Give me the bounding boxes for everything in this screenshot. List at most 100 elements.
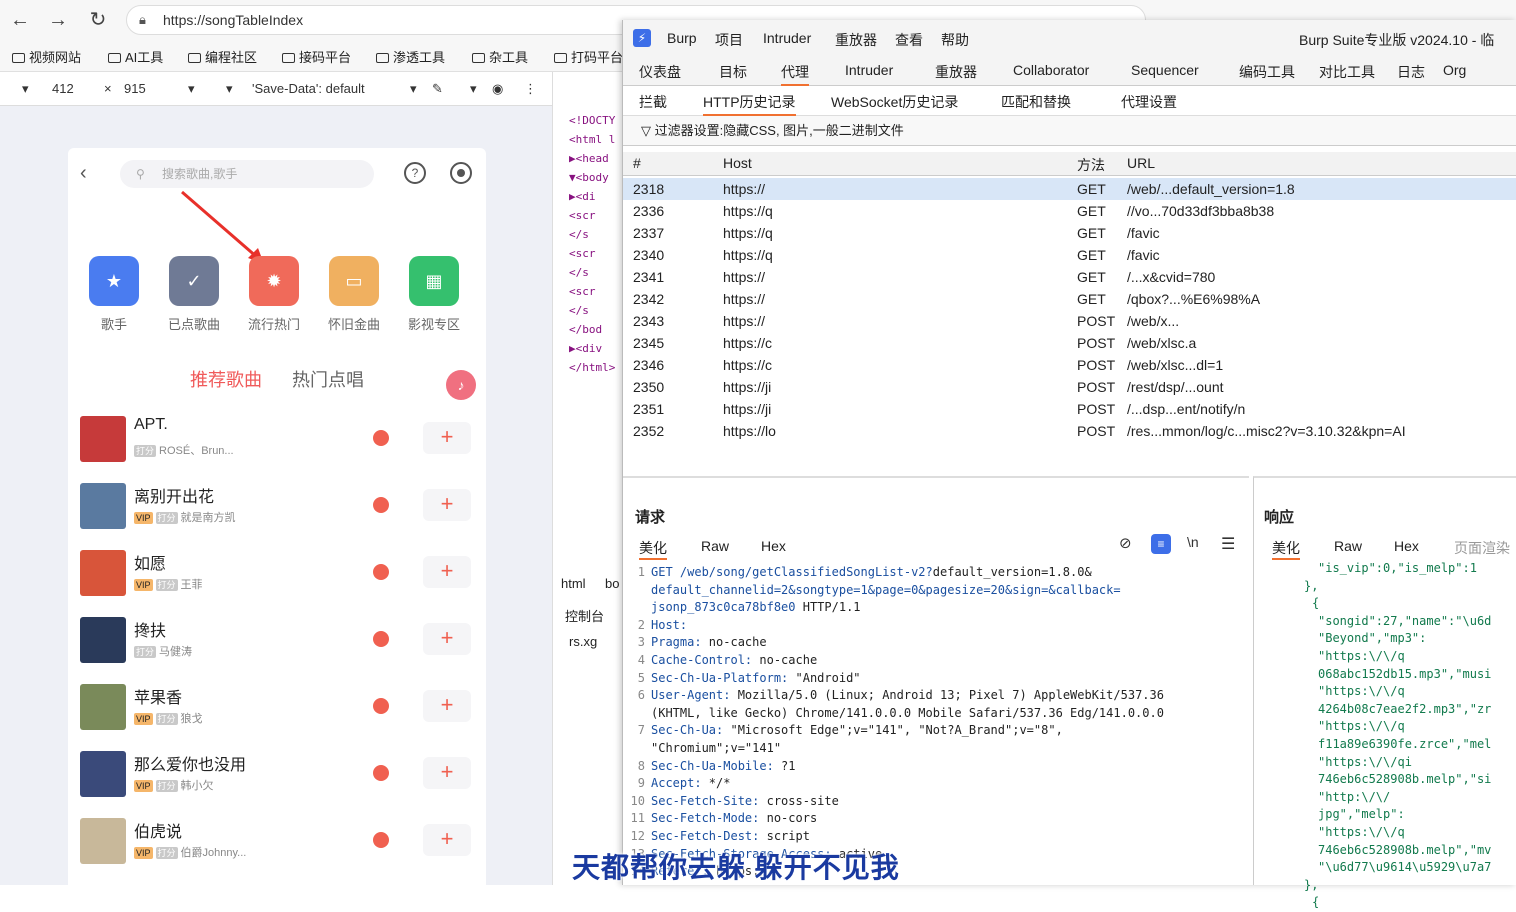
- bookmark-0[interactable]: 视频网站: [12, 47, 81, 66]
- history-row[interactable]: 2336 https://q GET //vo...70d33df3bba8b38: [623, 200, 1516, 222]
- dom-node[interactable]: ▶<head: [569, 152, 609, 165]
- menu-5[interactable]: 帮助: [941, 30, 969, 50]
- category-1[interactable]: ✓ 已点歌曲: [158, 256, 230, 333]
- dom-node[interactable]: <scr: [569, 209, 596, 222]
- mic-icon[interactable]: [373, 564, 389, 580]
- dom-node[interactable]: </s: [569, 228, 589, 241]
- dropdown-icon[interactable]: ▾: [470, 81, 477, 97]
- tab-6[interactable]: Sequencer: [1131, 62, 1199, 78]
- dom-node[interactable]: ▶<div: [569, 342, 602, 355]
- menu-0[interactable]: Burp: [667, 30, 697, 46]
- history-row[interactable]: 2318 https:// GET/web/...default_version=1…: [623, 178, 1516, 200]
- bookmark-6[interactable]: 打码平台: [554, 47, 623, 66]
- dom-node[interactable]: <html l: [569, 133, 615, 146]
- dom-node[interactable]: </html>: [569, 361, 615, 374]
- dom-node[interactable]: ▶<di: [569, 190, 596, 203]
- col-header[interactable]: 方法: [1077, 155, 1105, 175]
- menu-3[interactable]: 重放器: [835, 30, 877, 50]
- dropdown-icon[interactable]: ▾: [410, 81, 417, 97]
- settings-icon[interactable]: [450, 162, 472, 184]
- bookmark-4[interactable]: 渗透工具: [376, 47, 445, 66]
- tab-body[interactable]: bo: [605, 576, 619, 591]
- mic-icon[interactable]: [373, 631, 389, 647]
- mic-icon[interactable]: [373, 832, 389, 848]
- add-song-button[interactable]: +: [423, 757, 471, 789]
- filter-bar[interactable]: ▽ 过滤器设置:隐藏CSS, 图片,一般二进制文件: [623, 116, 1516, 146]
- dropdown-icon[interactable]: ▾: [226, 81, 233, 97]
- song-row[interactable]: APT. 打分 ROSÉ、Brun... +: [68, 412, 486, 479]
- proxy-tab-1[interactable]: HTTP历史记录: [703, 92, 796, 117]
- dom-node[interactable]: </s: [569, 266, 589, 279]
- history-row[interactable]: 2340 https://q GET/favic: [623, 244, 1516, 266]
- dom-node[interactable]: <scr: [569, 285, 596, 298]
- eye-icon[interactable]: ◉: [492, 81, 503, 97]
- col-header[interactable]: #: [633, 155, 641, 171]
- dom-node[interactable]: <!DOCTY: [569, 114, 615, 127]
- song-row[interactable]: 离别开出花 VIP 打分 就是南方凯 +: [68, 479, 486, 546]
- tab-1[interactable]: 目标: [719, 62, 747, 82]
- search-input[interactable]: ⚲ 搜索歌曲,歌手: [120, 160, 374, 188]
- bookmark-2[interactable]: 编程社区: [188, 47, 257, 66]
- song-row[interactable]: 如愿 VIP 打分 王菲 +: [68, 546, 486, 613]
- back-icon[interactable]: ←: [8, 8, 32, 32]
- tab-9[interactable]: 日志: [1397, 62, 1425, 82]
- category-2[interactable]: ✹ 流行热门: [238, 256, 310, 333]
- menu-4[interactable]: 查看: [895, 30, 923, 50]
- song-row[interactable]: 苹果香 VIP 打分 狼戈 +: [68, 680, 486, 747]
- karaoke-icon[interactable]: ♪: [446, 370, 476, 400]
- wrap-icon[interactable]: ≡: [1151, 534, 1171, 554]
- resp-tab-1[interactable]: Raw: [1334, 538, 1362, 554]
- bookmark-3[interactable]: 接码平台: [282, 47, 351, 66]
- menu-1[interactable]: 项目: [715, 30, 743, 50]
- song-row[interactable]: 那么爱你也没用 VIP 打分 韩小欠 +: [68, 747, 486, 814]
- more-icon[interactable]: ⋮: [524, 81, 537, 97]
- tab-5[interactable]: Collaborator: [1013, 62, 1089, 78]
- add-song-button[interactable]: +: [423, 824, 471, 856]
- menu-2[interactable]: Intruder: [763, 30, 811, 46]
- dropdown-icon[interactable]: ▾: [22, 81, 29, 97]
- proxy-tab-2[interactable]: WebSocket历史记录: [831, 92, 958, 112]
- history-row[interactable]: 2342 https:// GET/qbox?...%E6%98%A: [623, 288, 1516, 310]
- resp-tab-3[interactable]: 页面渲染: [1454, 538, 1510, 558]
- col-header[interactable]: Host: [723, 155, 752, 171]
- add-song-button[interactable]: +: [423, 422, 471, 454]
- mic-icon[interactable]: [373, 698, 389, 714]
- category-0[interactable]: ★ 歌手: [78, 256, 150, 333]
- history-row[interactable]: 2346 https://c POST/web/xlsc...dl=1: [623, 354, 1516, 376]
- tab-8[interactable]: 对比工具: [1319, 62, 1375, 82]
- tab-recommended[interactable]: 推荐歌曲: [190, 366, 262, 392]
- reload-icon[interactable]: ↻: [86, 8, 110, 32]
- console-tab[interactable]: 控制台: [565, 606, 604, 625]
- tab-html[interactable]: html: [561, 576, 586, 591]
- resp-tab-2[interactable]: Hex: [1394, 538, 1419, 554]
- proxy-tab-0[interactable]: 拦截: [639, 92, 667, 112]
- song-row[interactable]: 搀扶 打分 马健涛 +: [68, 613, 486, 680]
- col-header[interactable]: URL: [1127, 155, 1155, 171]
- mic-icon[interactable]: [373, 765, 389, 781]
- req-tab-1[interactable]: Raw: [701, 538, 729, 554]
- help-icon[interactable]: ?: [404, 162, 426, 184]
- tab-3[interactable]: Intruder: [845, 62, 893, 78]
- tab-hot[interactable]: 热门点唱: [292, 366, 364, 392]
- dom-node[interactable]: ▼<body: [569, 171, 609, 184]
- save-data-select[interactable]: 'Save-Data': default: [252, 81, 365, 96]
- proxy-tab-4[interactable]: 代理设置: [1121, 92, 1177, 112]
- add-song-button[interactable]: +: [423, 623, 471, 655]
- add-song-button[interactable]: +: [423, 690, 471, 722]
- add-song-button[interactable]: +: [423, 556, 471, 588]
- bookmark-5[interactable]: 杂工具: [472, 47, 528, 66]
- mic-icon[interactable]: [373, 497, 389, 513]
- newline-icon[interactable]: \n: [1187, 534, 1199, 550]
- hide-icon[interactable]: ⊘: [1119, 534, 1132, 552]
- mic-icon[interactable]: [373, 430, 389, 446]
- category-4[interactable]: ▦ 影视专区: [398, 256, 470, 333]
- tab-2[interactable]: 代理: [781, 62, 809, 87]
- pen-icon[interactable]: ✎: [432, 81, 443, 97]
- req-tab-2[interactable]: Hex: [761, 538, 786, 554]
- history-row[interactable]: 2352 https://lo POST/res...mmon/log/c...mi…: [623, 420, 1516, 442]
- height-field[interactable]: 915: [124, 81, 146, 96]
- song-row[interactable]: 伯虎说 VIP 打分 伯爵Johnny... +: [68, 814, 486, 881]
- tab-7[interactable]: 编码工具: [1239, 62, 1295, 82]
- history-row[interactable]: 2337 https://q GET/favic: [623, 222, 1516, 244]
- resp-tab-0[interactable]: 美化: [1272, 538, 1300, 560]
